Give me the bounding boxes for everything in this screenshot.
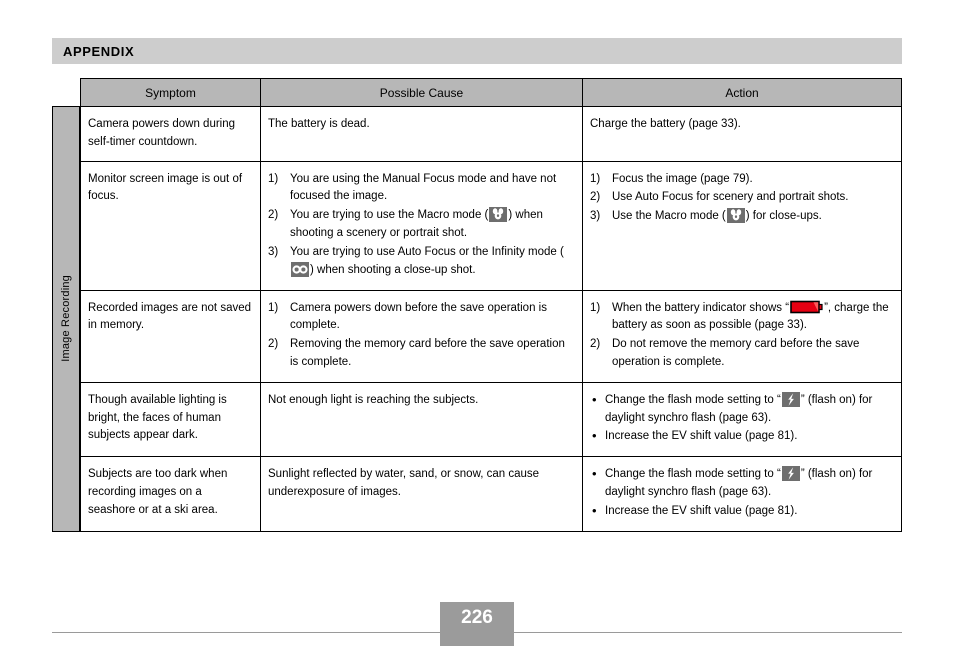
list-marker: 1) (590, 172, 601, 185)
table-row: Though available lighting is bright, the… (80, 381, 902, 458)
list-item: 2) You are trying to use the Macro mode (… (268, 207, 543, 240)
cell-symptom: Camera powers down during self-timer cou… (80, 106, 261, 162)
list-marker: 1) (268, 301, 279, 314)
list-item: • Change the flash mode setting to “” (fl… (592, 466, 873, 498)
action-list: • Change the flash mode setting to “” (fl… (590, 466, 893, 520)
list-item: 2) Do not remove the memory card before t… (590, 338, 860, 368)
flash-on-icon (781, 391, 800, 407)
table-row: Monitor screen image is out of focus. 1) Y… (80, 160, 902, 291)
cell-possible-cause: 1) You are using the Manual Focus mode an… (260, 160, 583, 291)
troubleshooting-table: Symptom Possible Cause Action Camera pow… (80, 78, 902, 532)
list-item: 1) When the battery indicator shows “”, c… (590, 300, 889, 332)
infinity-icon (291, 261, 309, 277)
page-number-box: 226 (440, 602, 514, 646)
symptom-text: Recorded images are not saved in memory. (88, 301, 252, 332)
list-marker: • (592, 502, 597, 518)
list-marker: 1) (268, 172, 279, 185)
symptom-text: Camera powers down during self-timer cou… (88, 118, 236, 148)
action-text: Charge the battery (page 33). (590, 118, 741, 130)
table-row: Subjects are too dark when recording ima… (80, 456, 902, 532)
table-row: Recorded images are not saved in memory.… (80, 289, 902, 383)
cell-action: • Change the flash mode setting to “” (fl… (582, 456, 902, 532)
list-item: 2) Use Auto Focus for scenery and portrai… (590, 189, 893, 207)
cell-possible-cause: Not enough light is reaching the subject… (260, 381, 583, 458)
cause-text: Sunlight reflected by water, sand, or sn… (268, 468, 540, 498)
cell-possible-cause: Sunlight reflected by water, sand, or sn… (260, 456, 583, 532)
appendix-header-band: APPENDIX (52, 38, 902, 64)
column-header-symptom: Symptom (80, 78, 261, 107)
macro-flower-icon (489, 207, 508, 223)
cell-action: 1) Focus the image (page 79). 2) Use Auto F… (582, 160, 902, 291)
cause-list: 1) You are using the Manual Focus mode an… (268, 171, 574, 280)
cell-symptom: Recorded images are not saved in memory. (80, 289, 261, 383)
list-marker: • (592, 466, 597, 482)
battery-empty-icon (790, 300, 823, 314)
cause-text: Not enough light is reaching the subject… (268, 393, 479, 406)
list-item: 1) Camera powers down before the save ope… (268, 301, 547, 332)
list-item: • Change the flash mode setting to “” (fl… (592, 391, 873, 424)
list-item: 3) Use the Macro mode () for close-ups. (590, 208, 893, 226)
cause-text: The battery is dead. (268, 118, 370, 130)
symptom-text: Subjects are too dark when recording ima… (88, 468, 228, 516)
symptom-text: Monitor screen image is out of focus. (88, 172, 243, 203)
action-list: 1) When the battery indicator shows “”, c… (590, 300, 893, 372)
action-list: 1) Focus the image (page 79). 2) Use Auto F… (590, 171, 893, 226)
cell-action: Charge the battery (page 33). (582, 106, 902, 162)
list-marker: 2) (268, 338, 279, 351)
table-header-row: Symptom Possible Cause Action (80, 78, 902, 107)
cell-possible-cause: 1) Camera powers down before the save ope… (260, 289, 583, 383)
list-marker: 3) (590, 210, 601, 223)
page-title: APPENDIX (63, 43, 135, 59)
symptom-text: Though available lighting is bright, the… (88, 393, 227, 442)
list-marker: 1) (590, 301, 601, 314)
page-number: 226 (461, 607, 493, 628)
action-list: • Change the flash mode setting to “” (fl… (590, 391, 893, 446)
list-item: 1) Focus the image (page 79). (590, 171, 893, 189)
list-marker: • (592, 391, 597, 407)
category-strip-label: Image Recording (60, 275, 72, 363)
list-item: 1) You are using the Manual Focus mode an… (268, 172, 557, 203)
list-marker: • (592, 428, 597, 444)
list-item: 3) You are trying to use Auto Focus or th… (268, 245, 564, 277)
cell-action: 1) When the battery indicator shows “”, c… (582, 289, 902, 383)
table-header: Symptom Possible Cause Action (80, 78, 902, 107)
cell-symptom: Subjects are too dark when recording ima… (80, 456, 261, 532)
table-row: Camera powers down during self-timer cou… (80, 106, 902, 162)
list-item: • Increase the EV shift value (page 81). (590, 503, 893, 521)
flash-on-icon (781, 466, 800, 482)
list-marker: 3) (268, 245, 279, 258)
list-item: • Increase the EV shift value (page 81). (590, 428, 893, 446)
macro-flower-icon (726, 208, 745, 224)
cell-action: • Change the flash mode setting to “” (fl… (582, 381, 902, 458)
cause-list: 1) Camera powers down before the save ope… (268, 300, 574, 372)
list-item: 2) Removing the memory card before the sa… (268, 338, 565, 368)
list-marker: 2) (268, 209, 279, 222)
troubleshooting-table-wrapper: Image Recording Symptom Possible Cause A… (52, 78, 902, 532)
column-header-possible-cause: Possible Cause (260, 78, 583, 107)
category-strip-spacer (52, 78, 80, 106)
cell-symptom: Monitor screen image is out of focus. (80, 160, 261, 291)
category-strip-column: Image Recording (52, 78, 80, 532)
column-header-action: Action (582, 78, 902, 107)
table-body: Camera powers down during self-timer cou… (80, 106, 902, 532)
list-marker: 2) (590, 191, 601, 204)
category-strip-image-recording: Image Recording (52, 106, 80, 532)
cell-symptom: Though available lighting is bright, the… (80, 381, 261, 458)
cell-possible-cause: The battery is dead. (260, 106, 583, 162)
list-marker: 2) (590, 338, 601, 351)
